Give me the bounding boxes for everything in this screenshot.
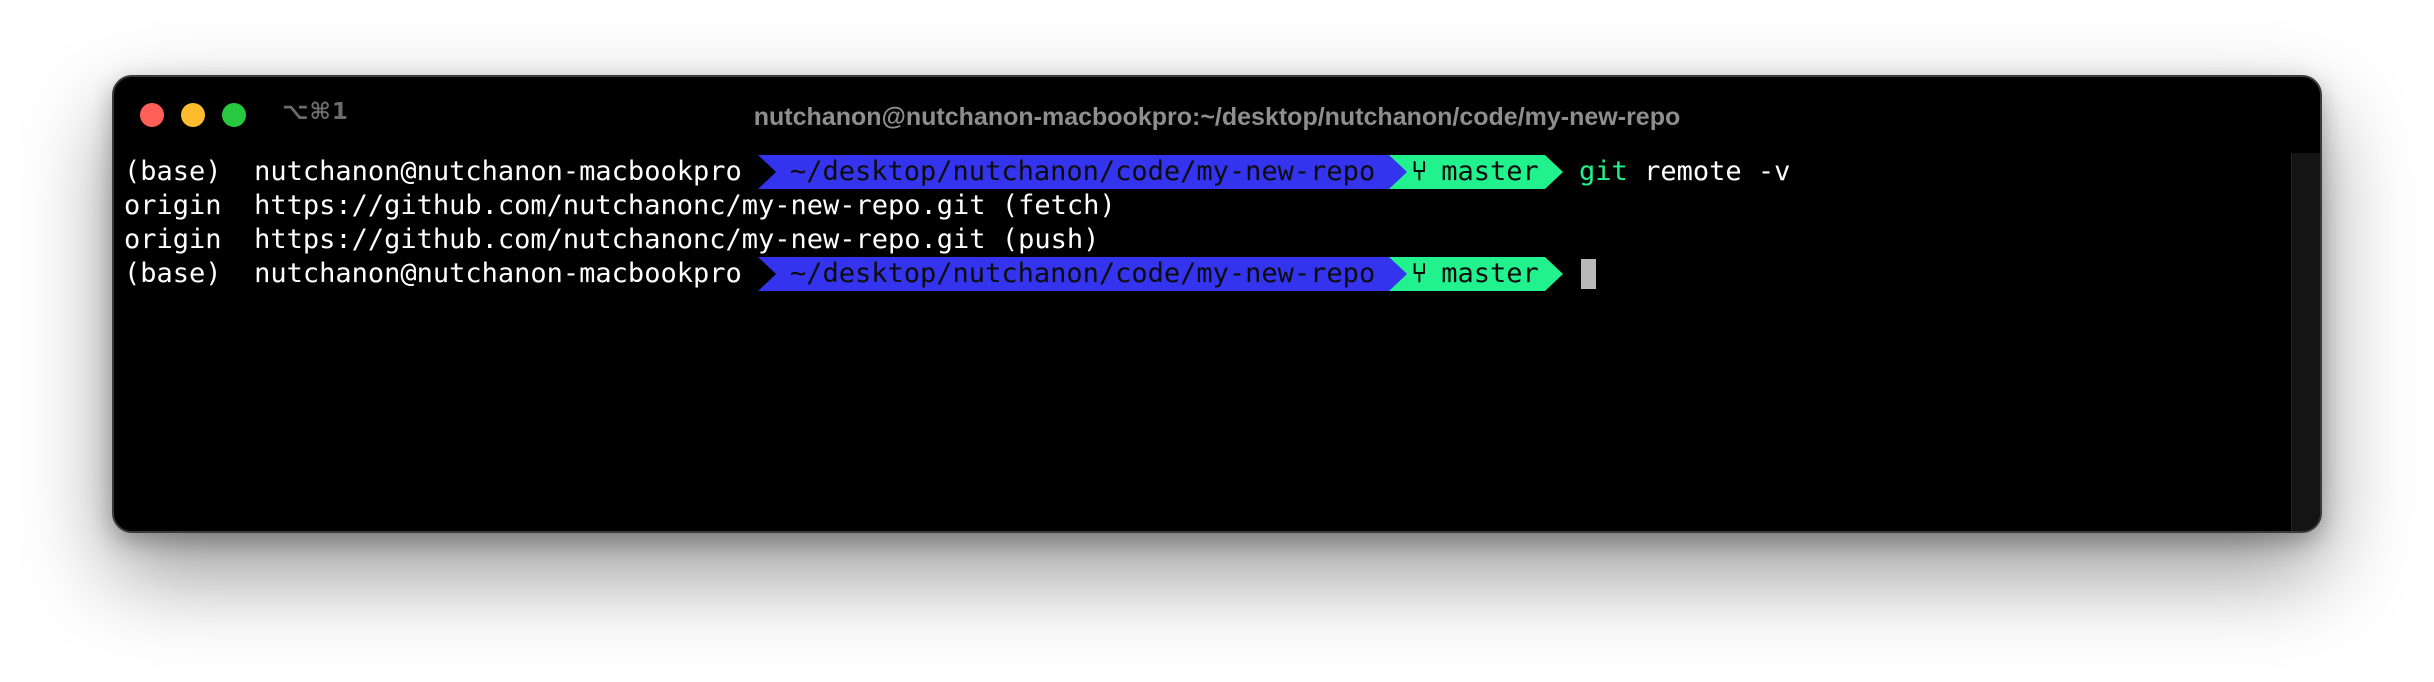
branch-name: master — [1441, 258, 1539, 289]
remote-url: https://github.com/nutchanonc/my-new-rep… — [254, 190, 986, 221]
prompt-line: (base) nutchanon@nutchanon-macbookpro ~/… — [124, 155, 1790, 189]
git-branch-icon: ⑂ — [1411, 156, 1428, 187]
current-path: ~/desktop/nutchanon/code/my-new-repo — [790, 258, 1376, 289]
remote-url: https://github.com/nutchanonc/my-new-rep… — [254, 224, 986, 255]
segment-separator — [1389, 257, 1408, 291]
prompt-line: (base) nutchanon@nutchanon-macbookpro ~/… — [124, 257, 1790, 291]
segment-separator — [1544, 155, 1563, 189]
terminal-content[interactable]: (base) nutchanon@nutchanon-macbookpro ~/… — [124, 155, 1790, 291]
output-line: origin https://github.com/nutchanonc/my-… — [124, 223, 1790, 257]
path-segment: ~/desktop/nutchanon/code/my-new-repo — [758, 155, 1390, 189]
output-line: origin https://github.com/nutchanonc/my-… — [124, 189, 1790, 223]
conda-env: (base) — [124, 156, 222, 187]
segment-separator — [1389, 155, 1408, 189]
command-name: git — [1579, 156, 1628, 187]
command-args: remote -v — [1644, 156, 1791, 187]
remote-name: origin — [124, 190, 222, 221]
segment-separator — [1544, 257, 1563, 291]
git-branch-icon: ⑂ — [1411, 258, 1428, 289]
user-host: nutchanon@nutchanon-macbookpro — [254, 258, 742, 289]
remote-name: origin — [124, 224, 222, 255]
current-path: ~/desktop/nutchanon/code/my-new-repo — [790, 156, 1376, 187]
remote-type: (fetch) — [1001, 190, 1116, 221]
remote-type: (push) — [1001, 224, 1100, 255]
branch-name: master — [1441, 156, 1539, 187]
scrollbar[interactable] — [2291, 153, 2320, 531]
text-cursor[interactable] — [1581, 259, 1597, 289]
user-host: nutchanon@nutchanon-macbookpro — [254, 156, 742, 187]
path-segment: ~/desktop/nutchanon/code/my-new-repo — [758, 257, 1390, 291]
branch-segment: ⑂ master — [1407, 257, 1545, 291]
segment-separator — [758, 257, 776, 291]
branch-segment: ⑂ master — [1407, 155, 1545, 189]
terminal-window: ⌥⌘1 nutchanon@nutchanon-macbookpro:~/des… — [112, 75, 2322, 533]
segment-separator — [758, 155, 776, 189]
conda-env: (base) — [124, 258, 222, 289]
title-bar[interactable]: ⌥⌘1 nutchanon@nutchanon-macbookpro:~/des… — [114, 77, 2320, 155]
window-title: nutchanon@nutchanon-macbookpro:~/desktop… — [753, 103, 1681, 131]
